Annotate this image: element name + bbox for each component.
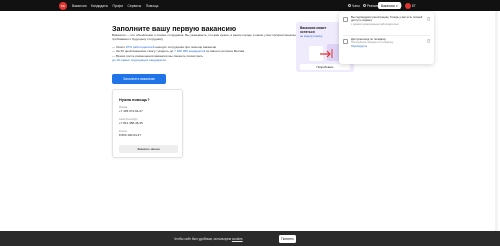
avatar[interactable] bbox=[405, 2, 411, 9]
bell-icon[interactable] bbox=[398, 3, 402, 8]
chat-icon bbox=[348, 4, 351, 7]
notification-text: Вы подтвердили регистрацию. Теперь у вас… bbox=[351, 16, 430, 26]
chats-label: Чаты bbox=[352, 3, 360, 8]
resume-icon bbox=[362, 4, 366, 7]
page-title: Заполните вашу первую вакансию bbox=[112, 24, 237, 33]
benefit-highlight: 87% работодателей bbox=[125, 45, 155, 49]
notification-icon bbox=[343, 17, 348, 22]
notification-text: Доступна вход по телефону Пользуйтесь вх… bbox=[351, 38, 393, 48]
cookie-text: Чтобы сайт был удобным, используем cooki… bbox=[174, 231, 243, 246]
notification-icon bbox=[343, 39, 348, 44]
vacancies-button-label: Вакансии bbox=[381, 3, 396, 8]
benefit-text: — Время после размещения вакансии мы смо… bbox=[112, 53, 204, 58]
notification-subtitle: с одним проверенным работодателем bbox=[351, 22, 399, 26]
nav-item-help[interactable]: Помощь bbox=[146, 4, 159, 8]
benefit-text: из вашего региона Москва bbox=[205, 49, 245, 54]
confirm-link[interactable]: Подтвердить bbox=[351, 45, 393, 48]
cookie-banner: Чтобы сайт был удобным, используем cooki… bbox=[0, 231, 500, 246]
benefit-link[interactable]: 7 180 000 кандидатов bbox=[174, 49, 205, 53]
nav-item-candidates[interactable]: Кандидаты bbox=[91, 4, 108, 8]
chats-link[interactable]: Чаты bbox=[348, 4, 360, 8]
resume-label: Резюме bbox=[366, 3, 379, 8]
logo-text: hh bbox=[61, 3, 65, 8]
contact-number-russia[interactable]: 8 800 100-64-27 bbox=[119, 133, 141, 137]
cookie-accept-button[interactable]: Понятно bbox=[279, 234, 296, 243]
cookie-message: Чтобы сайт был удобным, используем bbox=[174, 236, 231, 241]
cookie-link[interactable]: cookies bbox=[232, 237, 243, 241]
promo-subtitle: не зацепу поиску bbox=[300, 34, 323, 38]
scrollbar[interactable] bbox=[495, 11, 498, 231]
fill-vacancy-button[interactable]: Заполнить вакансию bbox=[112, 74, 166, 84]
benefit-link[interactable]: до 10 самых подходящих кандидатов bbox=[112, 58, 166, 62]
promo-title: Вакансия может остаться bbox=[300, 26, 327, 34]
nav-item-vacancies[interactable]: Вакансии bbox=[72, 4, 87, 8]
notification-item: Доступна вход по телефону Пользуйтесь вх… bbox=[343, 38, 430, 48]
benefit-text: — Около bbox=[112, 45, 126, 49]
trash-icon[interactable] bbox=[426, 17, 431, 21]
main-nav: Вакансии Кандидаты Профи Сервисы Помощь bbox=[72, 0, 158, 11]
divider bbox=[343, 35, 430, 36]
trash-icon[interactable] bbox=[426, 39, 431, 43]
request-call-button[interactable]: Заказать звонок bbox=[119, 145, 178, 153]
contact-number-moscow[interactable]: +7 495 974-64-27 bbox=[119, 109, 143, 113]
profile-label: ЕГ bbox=[412, 3, 416, 8]
nav-item-services[interactable]: Сервисы bbox=[128, 4, 142, 8]
top-navigation-bar: hh Вакансии Кандидаты Профи Сервисы Помо… bbox=[0, 0, 500, 11]
help-title: Нужна помощь? bbox=[119, 98, 150, 102]
notification-item: Вы подтвердили регистрацию. Теперь у вас… bbox=[343, 16, 430, 26]
notifications-popover: Вы подтвердили регистрацию. Теперь у вас… bbox=[339, 12, 434, 64]
benefit-text: — За 30 дней вакансию смогут увидеть до bbox=[112, 49, 175, 54]
resume-link[interactable]: Резюме bbox=[362, 3, 379, 8]
nav-item-profi[interactable]: Профи bbox=[112, 4, 123, 8]
notification-title: Вы подтвердили регистрацию. Теперь у вас… bbox=[351, 16, 423, 23]
benefit-item: до 10 самых подходящих кандидатов bbox=[112, 58, 302, 62]
help-card: Нужна помощь? Москва +7 495 974-64-27 Са… bbox=[112, 89, 183, 158]
contact-number-spb[interactable]: +7 812 458-45-45 bbox=[119, 121, 143, 125]
intro-text: Вакансия — это объявление о поиске сотру… bbox=[112, 33, 301, 42]
hh-logo[interactable]: hh bbox=[59, 1, 67, 10]
benefits-list: — Около 87% работодателей находят сотруд… bbox=[112, 45, 302, 63]
benefit-text: находят сотрудника при помощи вакансии bbox=[154, 45, 217, 49]
profile-menu[interactable]: ЕГ bbox=[412, 0, 416, 11]
try-button[interactable]: Попробовать bbox=[300, 64, 350, 70]
